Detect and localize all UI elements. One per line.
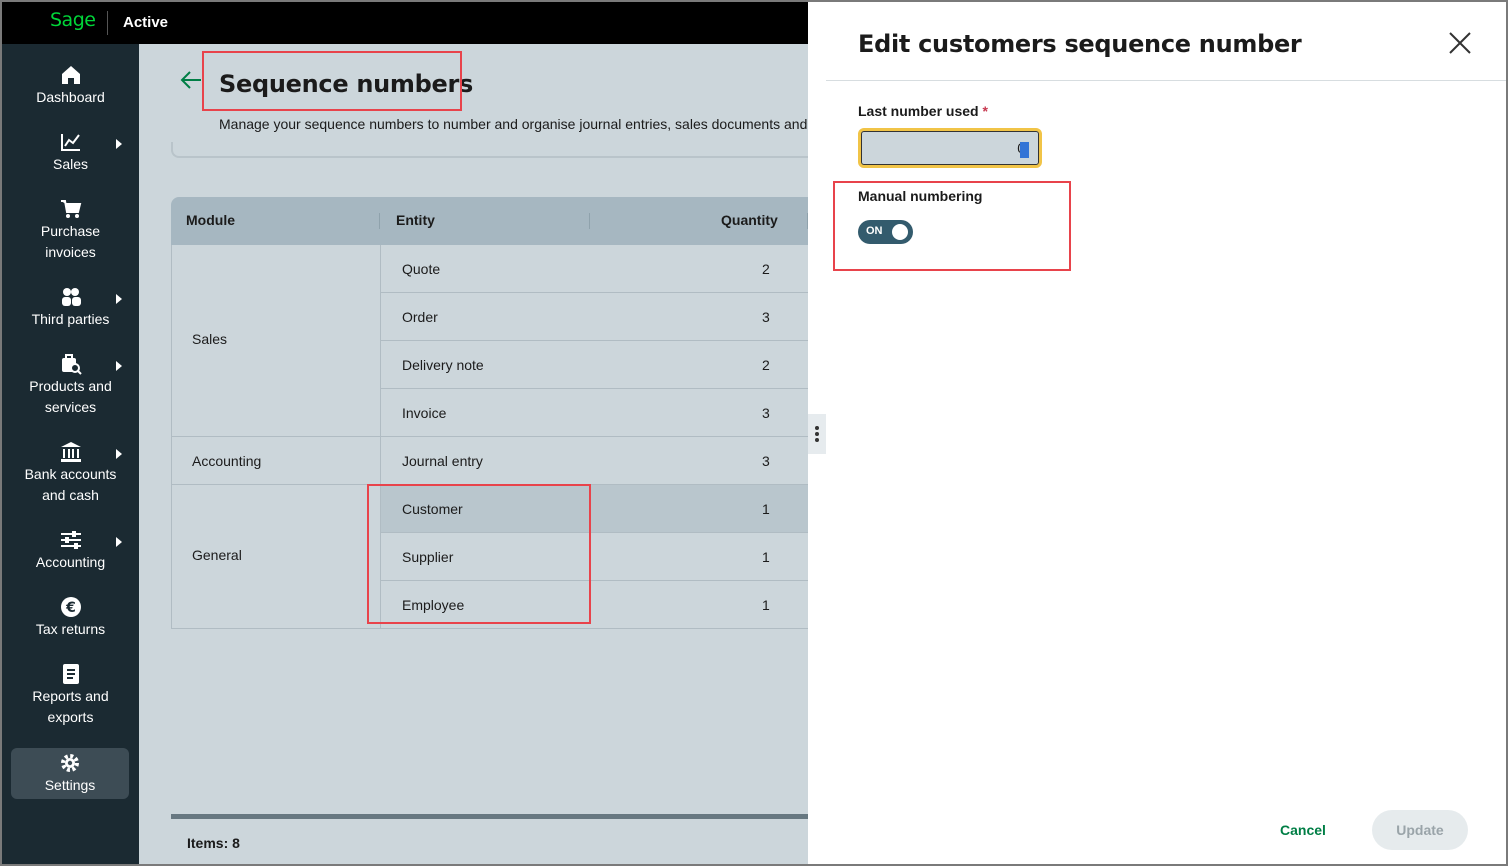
sidebar-item-label: Accounting: [35, 554, 106, 570]
last-number-label: Last number used *: [858, 103, 988, 119]
quantity-cell: 1: [762, 501, 770, 517]
chart-line-icon: [60, 134, 80, 151]
sidebar-item-label: Purchase invoices: [40, 223, 101, 260]
column-separator: [807, 213, 808, 229]
table-row[interactable]: Order 3: [381, 293, 808, 341]
sidebar-item-purchase-invoices[interactable]: Purchase invoices: [2, 198, 139, 263]
sage-logo[interactable]: Sage: [50, 9, 96, 31]
description-card-edge: [171, 142, 808, 158]
quantity-cell: 1: [762, 597, 770, 613]
main-content: Sequence numbers Manage your sequence nu…: [139, 44, 808, 864]
column-separator: [379, 213, 380, 229]
sidebar-item-label: Bank accounts and cash: [24, 466, 117, 503]
edit-sequence-panel: Edit customers sequence number Last numb…: [826, 2, 1506, 864]
entity-cell: Journal entry: [402, 453, 483, 469]
table-row[interactable]: Quote 2: [381, 245, 808, 293]
table-header: Module Entity Quantity: [171, 197, 808, 245]
module-cell-accounting: Accounting: [171, 437, 381, 485]
entity-cell: Quote: [402, 261, 441, 277]
annotation-highlight-title: [202, 51, 462, 111]
back-arrow-icon[interactable]: [179, 70, 203, 90]
quantity-cell: 3: [762, 405, 770, 421]
module-cell-sales: Sales: [171, 245, 381, 437]
sidebar-item-settings[interactable]: Settings: [11, 748, 129, 799]
sidebar-item-label: Sales: [52, 156, 89, 172]
quantity-cell: 1: [762, 549, 770, 565]
sidebar-item-accounting[interactable]: Accounting: [2, 529, 139, 573]
handle-dot: [815, 432, 819, 436]
sidebar-item-reports-and-exports[interactable]: Reports and exports: [2, 663, 139, 728]
annotation-highlight-general-entities: [367, 484, 591, 624]
panel-divider: [826, 80, 1506, 81]
chevron-right-icon: [116, 139, 122, 149]
home-icon: [61, 66, 80, 84]
shopping-cart-icon: [60, 200, 81, 218]
chevron-right-icon: [116, 537, 122, 547]
last-number-label-text: Last number used: [858, 103, 979, 119]
chevron-right-icon: [116, 449, 122, 459]
table-row[interactable]: Invoice 3: [381, 389, 808, 437]
close-icon[interactable]: [1448, 31, 1472, 55]
update-button[interactable]: Update: [1372, 810, 1468, 850]
quantity-cell: 3: [762, 309, 770, 325]
annotation-highlight-manual-numbering: [833, 181, 1071, 271]
sidebar-item-label: Settings: [44, 777, 96, 793]
top-bar: Sage Active: [2, 2, 808, 44]
euro-icon: €: [60, 597, 81, 617]
topbar-divider: [107, 11, 108, 35]
module-label: Accounting: [192, 453, 262, 469]
last-number-input[interactable]: [858, 128, 1042, 168]
entity-cell: Invoice: [402, 405, 447, 421]
panel-resize-handle[interactable]: [808, 414, 826, 454]
quantity-cell: 2: [762, 357, 770, 373]
items-count: Items: 8: [187, 835, 240, 851]
panel-title: Edit customers sequence number: [858, 30, 1302, 58]
table-row[interactable]: Journal entry 3: [381, 437, 808, 485]
sidebar-item-sales[interactable]: Sales: [2, 131, 139, 175]
sidebar-item-products-and-services[interactable]: Products and services: [2, 353, 139, 418]
sliders-icon: [60, 531, 81, 549]
sidebar-item-label: Reports and exports: [32, 688, 109, 725]
handle-dot: [815, 438, 819, 442]
cancel-button[interactable]: Cancel: [1266, 812, 1340, 848]
product-search-icon: [61, 354, 82, 375]
chevron-right-icon: [116, 294, 122, 304]
report-icon: [62, 664, 79, 684]
text-selection-highlight: [1020, 142, 1029, 158]
sidebar-item-tax-returns[interactable]: € Tax returns: [2, 596, 139, 640]
svg-text:€: €: [65, 600, 76, 616]
column-separator: [589, 213, 590, 229]
column-header-quantity[interactable]: Quantity: [721, 212, 778, 228]
sidebar-item-label: Tax returns: [35, 621, 106, 637]
required-indicator: *: [982, 103, 988, 119]
chevron-right-icon: [116, 361, 122, 371]
sidebar-item-label: Third parties: [31, 311, 110, 327]
sidebar-item-dashboard[interactable]: Dashboard: [2, 64, 139, 108]
table-footer: Items: 8: [171, 814, 808, 864]
sidebar-item-label: Dashboard: [36, 89, 105, 105]
sidebar-item-bank-accounts-and-cash[interactable]: Bank accounts and cash: [2, 441, 139, 506]
entity-cell: Order: [402, 309, 438, 325]
sidebar-item-third-parties[interactable]: Third parties: [2, 286, 139, 330]
gear-icon: [61, 754, 79, 772]
column-header-entity[interactable]: Entity: [396, 212, 435, 228]
module-label: General: [192, 547, 242, 563]
module-cell-general: General: [171, 485, 381, 629]
bank-icon: [60, 442, 81, 462]
handle-dot: [815, 426, 819, 430]
quantity-cell: 2: [762, 261, 770, 277]
page-description: Manage your sequence numbers to number a…: [219, 116, 808, 132]
people-icon: [61, 288, 81, 306]
quantity-cell: 3: [762, 453, 770, 469]
table-row[interactable]: Delivery note 2: [381, 341, 808, 389]
module-label: Sales: [192, 331, 228, 347]
entity-cell: Delivery note: [402, 357, 484, 373]
sidebar-item-label: Products and services: [29, 378, 112, 415]
column-header-module[interactable]: Module: [186, 212, 235, 228]
app-window: Sage Active Dashboard Sales Purchase inv…: [0, 0, 1508, 866]
sidebar: Dashboard Sales Purchase invoices Third …: [2, 44, 139, 864]
company-status[interactable]: Active: [123, 14, 168, 31]
